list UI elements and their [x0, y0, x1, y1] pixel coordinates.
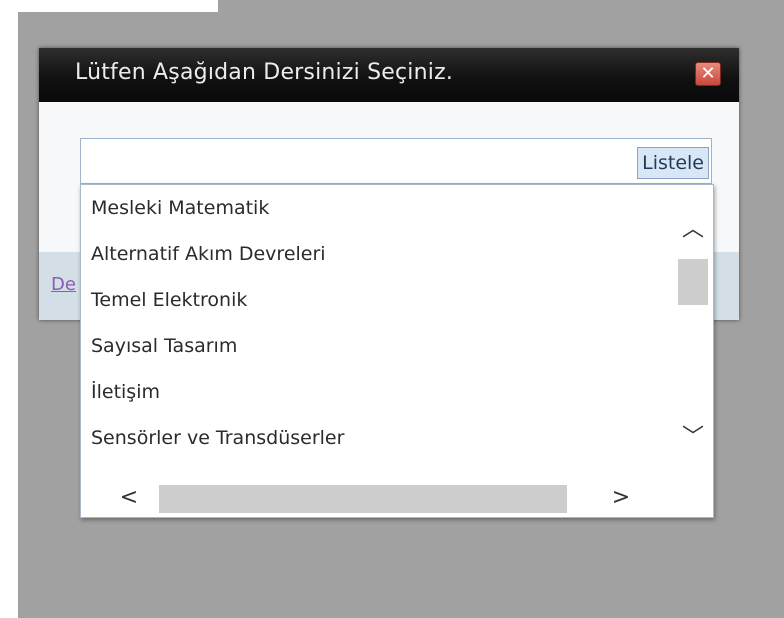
- course-search-input[interactable]: [85, 143, 619, 181]
- course-item-mesleki-matematik[interactable]: Mesleki Matematik: [91, 197, 269, 219]
- course-list: Mesleki Matematik Alternatif Akım Devrel…: [81, 185, 673, 479]
- scroll-up-icon[interactable]: ︿: [673, 215, 713, 245]
- dialog-titlebar: Lütfen Aşağıdan Dersinizi Seçiniz. ✕: [39, 48, 739, 102]
- backdrop-top-strip: [218, 0, 784, 12]
- course-item-sayisal-tasarim[interactable]: Sayısal Tasarım: [91, 335, 237, 357]
- course-item-iletisim[interactable]: İletişim: [91, 381, 160, 403]
- vertical-scroll-thumb[interactable]: [678, 259, 708, 305]
- course-item-temel-elektronik[interactable]: Temel Elektronik: [91, 289, 247, 311]
- scroll-right-icon[interactable]: >: [601, 483, 641, 513]
- vertical-scrollbar[interactable]: ︿ ﹀: [673, 185, 713, 479]
- dialog-title: Lütfen Aşağıdan Dersinizi Seçiniz.: [75, 60, 454, 85]
- horizontal-scroll-thumb[interactable]: [159, 485, 567, 513]
- course-item-sensorler[interactable]: Sensörler ve Transdüserler: [91, 427, 344, 449]
- backdrop-white-area: [18, 0, 218, 12]
- scroll-down-icon[interactable]: ﹀: [673, 423, 713, 453]
- course-search-box: Listele: [80, 138, 712, 184]
- close-icon: ✕: [700, 63, 716, 84]
- close-button[interactable]: ✕: [695, 62, 721, 86]
- course-dropdown: Mesleki Matematik Alternatif Akım Devrel…: [80, 184, 714, 518]
- footer-link[interactable]: De: [51, 274, 76, 295]
- scroll-left-icon[interactable]: <: [109, 483, 149, 513]
- course-item-alternatif-akim[interactable]: Alternatif Akım Devreleri: [91, 243, 326, 265]
- list-button[interactable]: Listele: [637, 147, 709, 179]
- horizontal-scrollbar[interactable]: < >: [81, 479, 713, 517]
